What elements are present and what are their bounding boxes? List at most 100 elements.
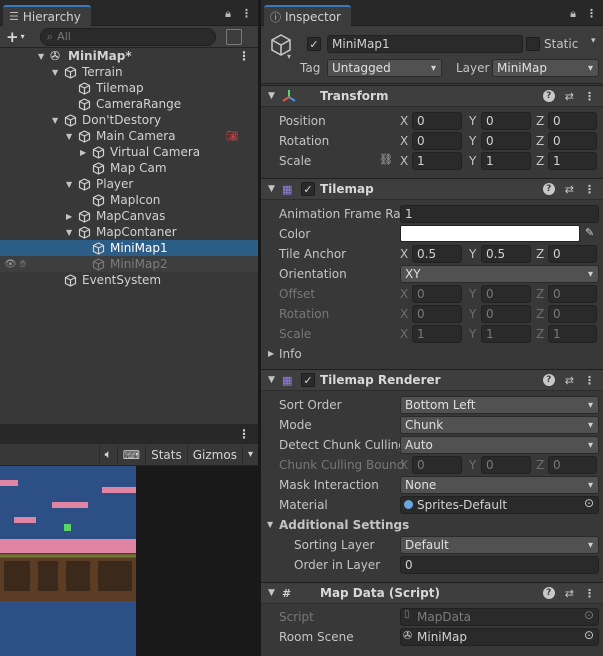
- offset-y-field[interactable]: 0: [481, 285, 531, 303]
- color-swatch[interactable]: [400, 225, 580, 242]
- gizmos-dropdown[interactable]: ▾: [241, 445, 258, 464]
- expand-right-icon[interactable]: ▶: [80, 148, 86, 157]
- tilemap-scale-x-field[interactable]: 1: [412, 325, 462, 343]
- position-x-field[interactable]: 0: [412, 112, 462, 130]
- transform-header[interactable]: ▼ Transform ? ⇄ ⋮: [261, 85, 603, 107]
- fold-right-icon[interactable]: ▶: [268, 349, 274, 358]
- help-icon[interactable]: ?: [542, 373, 555, 386]
- hierarchy-item[interactable]: Tilemap: [0, 80, 258, 96]
- script-field[interactable]: MapData: [400, 608, 599, 626]
- tab-hierarchy[interactable]: ☰ Hierarchy: [3, 5, 91, 26]
- chunk-culling-bounds-x-field[interactable]: 0: [412, 456, 462, 474]
- chunk-culling-bounds-y-field[interactable]: 0: [481, 456, 531, 474]
- presets-icon[interactable]: ⇄: [565, 90, 574, 103]
- hierarchy-item[interactable]: MapIcon: [0, 192, 258, 208]
- hierarchy-item[interactable]: 👁︎ ✋︎ MiniMap2: [0, 256, 258, 272]
- tilemap-rotation-x-field[interactable]: 0: [412, 305, 462, 323]
- presets-icon[interactable]: ⇄: [565, 587, 574, 600]
- hierarchy-item[interactable]: ▶ MapCanvas: [0, 208, 258, 224]
- scene-menu-icon[interactable]: ⋮: [238, 49, 250, 63]
- hierarchy-item[interactable]: MiniMap1: [0, 240, 258, 256]
- pick-hand-icon[interactable]: ✋︎: [20, 259, 26, 270]
- object-picker-icon[interactable]: ⊙: [584, 496, 594, 510]
- eyedropper-icon[interactable]: ✎: [585, 226, 594, 239]
- lock-icon[interactable]: 🔒︎: [570, 7, 576, 21]
- hierarchy-item[interactable]: ▼ Terrain: [0, 64, 258, 80]
- offset-z-field[interactable]: 0: [548, 285, 597, 303]
- fold-down-icon[interactable]: ▼: [268, 375, 275, 385]
- tag-dropdown[interactable]: Untagged: [327, 59, 442, 77]
- scale-x-field[interactable]: 1: [412, 152, 462, 170]
- animation-frame-rate-field[interactable]: 1: [400, 205, 599, 223]
- orientation-dropdown[interactable]: XY: [400, 265, 599, 283]
- scale-z-field[interactable]: 1: [548, 152, 597, 170]
- expand-down-icon[interactable]: ▼: [52, 68, 58, 77]
- hierarchy-item[interactable]: EventSystem: [0, 272, 258, 288]
- stats-button[interactable]: Stats: [145, 445, 187, 464]
- object-picker-icon[interactable]: ⊙: [584, 608, 594, 622]
- help-icon[interactable]: ?: [542, 182, 555, 195]
- more-menu-icon[interactable]: ⋮: [584, 183, 595, 196]
- rotation-z-field[interactable]: 0: [548, 132, 597, 150]
- hierarchy-search-input[interactable]: ⌕ All: [40, 27, 216, 46]
- offset-x-field[interactable]: 0: [412, 285, 462, 303]
- mask-interaction-dropdown[interactable]: None: [400, 476, 599, 494]
- hierarchy-item[interactable]: ▼ Don'tDestory: [0, 112, 258, 128]
- active-checkbox[interactable]: ✓: [307, 37, 321, 51]
- constrain-proportions-icon[interactable]: ⛓︎: [379, 153, 393, 166]
- expand-down-icon[interactable]: ▼: [66, 180, 72, 189]
- fold-down-icon[interactable]: ▼: [268, 184, 275, 194]
- icon-dropdown-icon[interactable]: ▾: [287, 52, 291, 61]
- tab-inspector[interactable]: ⓘ Inspector: [264, 5, 351, 26]
- expand-down-icon[interactable]: ▼: [38, 52, 44, 61]
- hierarchy-item[interactable]: ▶ Virtual Camera: [0, 144, 258, 160]
- rotation-x-field[interactable]: 0: [412, 132, 462, 150]
- room-scene-field[interactable]: MiniMap: [400, 628, 599, 646]
- expand-down-icon[interactable]: ▼: [66, 132, 72, 141]
- tilemap-header[interactable]: ▼ ▦ ✓ Tilemap ? ⇄ ⋮: [261, 178, 603, 200]
- position-y-field[interactable]: 0: [481, 112, 531, 130]
- chunk-culling-bounds-z-field[interactable]: 0: [548, 456, 597, 474]
- map-data-header[interactable]: ▼ # Map Data (Script) ? ⇄ ⋮: [261, 582, 603, 604]
- static-dropdown[interactable]: ▾: [591, 36, 596, 46]
- more-menu-icon[interactable]: ⋮: [584, 90, 595, 103]
- search-filter-icon[interactable]: [226, 28, 242, 45]
- additional-settings-foldout[interactable]: Additional Settings: [279, 518, 409, 532]
- tile-anchor-z-field[interactable]: 0: [548, 245, 597, 263]
- game-view[interactable]: [0, 466, 258, 656]
- fold-down-icon[interactable]: ▼: [268, 588, 275, 598]
- create-button[interactable]: + ▾: [6, 28, 34, 46]
- fold-down-icon[interactable]: ▼: [268, 91, 275, 101]
- tilemap-rotation-z-field[interactable]: 0: [548, 305, 597, 323]
- tilemap-scale-y-field[interactable]: 1: [481, 325, 531, 343]
- presets-icon[interactable]: ⇄: [565, 183, 574, 196]
- help-icon[interactable]: ?: [542, 586, 555, 599]
- visibility-eye-icon[interactable]: 👁︎: [4, 259, 17, 270]
- expand-down-icon[interactable]: ▼: [66, 228, 72, 237]
- help-icon[interactable]: ?: [542, 89, 555, 102]
- hierarchy-item[interactable]: ▼ Main Camera 📷︎: [0, 128, 258, 144]
- hierarchy-item[interactable]: ▼ MapContaner: [0, 224, 258, 240]
- expand-down-icon[interactable]: ▼: [52, 116, 58, 125]
- more-menu-icon[interactable]: ⋮: [238, 427, 250, 441]
- more-menu-icon[interactable]: ⋮: [241, 7, 252, 21]
- presets-icon[interactable]: ⇄: [565, 374, 574, 387]
- scale-y-field[interactable]: 1: [481, 152, 531, 170]
- tilemap-rotation-y-field[interactable]: 0: [481, 305, 531, 323]
- detect-chunk-culling-dropdown[interactable]: Auto: [400, 436, 599, 454]
- hierarchy-item[interactable]: CameraRange: [0, 96, 258, 112]
- sort-order-dropdown[interactable]: Bottom Left: [400, 396, 599, 414]
- material-field[interactable]: Sprites-Default: [400, 496, 599, 514]
- static-checkbox[interactable]: [526, 37, 540, 51]
- more-menu-icon[interactable]: ⋮: [584, 587, 595, 600]
- position-z-field[interactable]: 0: [548, 112, 597, 130]
- info-foldout[interactable]: Info: [279, 347, 302, 361]
- renderer-enabled-checkbox[interactable]: ✓: [301, 373, 315, 387]
- audio-icon[interactable]: 🔈︎: [98, 445, 117, 464]
- sorting-layer-dropdown[interactable]: Default: [400, 536, 599, 554]
- rotation-y-field[interactable]: 0: [481, 132, 531, 150]
- order-in-layer-field[interactable]: 0: [400, 556, 599, 574]
- tile-anchor-x-field[interactable]: 0.5: [412, 245, 462, 263]
- fold-down-icon[interactable]: ▼: [267, 520, 273, 529]
- more-menu-icon[interactable]: ⋮: [586, 7, 597, 21]
